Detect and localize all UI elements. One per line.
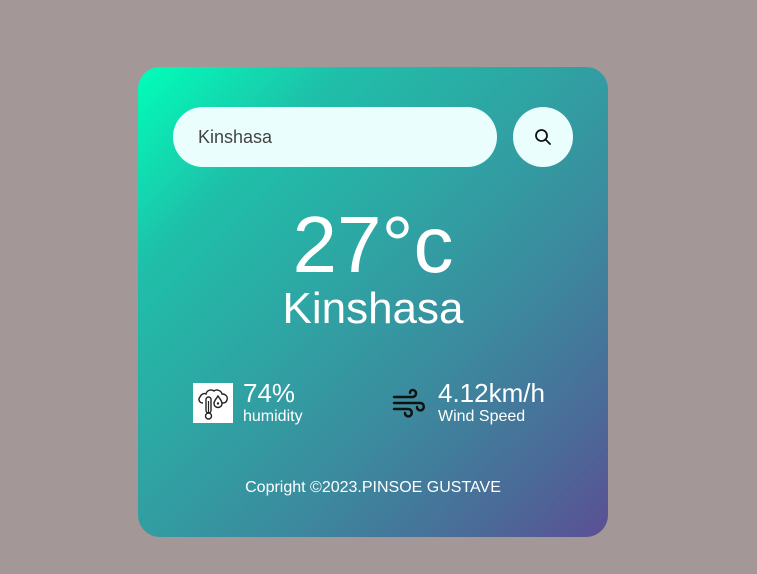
wind-speed-value: 4.12km/h: [438, 378, 545, 408]
city-search-input[interactable]: [173, 107, 497, 167]
city-name: Kinshasa: [282, 284, 464, 333]
humidity-block: 74% humidity: [193, 379, 303, 427]
humidity-label: humidity: [243, 408, 303, 425]
humidity-icon: [193, 383, 233, 423]
temperature: 27°c: [292, 200, 454, 289]
search-button[interactable]: [513, 107, 573, 167]
search-icon: [534, 128, 552, 146]
humidity-value: 74%: [243, 378, 296, 408]
copyright-footer: Copright ©2023.PINSOE GUSTAVE: [245, 479, 501, 496]
weather-card: 27°c Kinshasa 74% humidity: [138, 67, 608, 537]
wind-speed-label: Wind Speed: [438, 408, 526, 425]
wind-icon: [391, 383, 427, 423]
wind-block: 4.12km/h Wind Speed: [391, 379, 545, 427]
